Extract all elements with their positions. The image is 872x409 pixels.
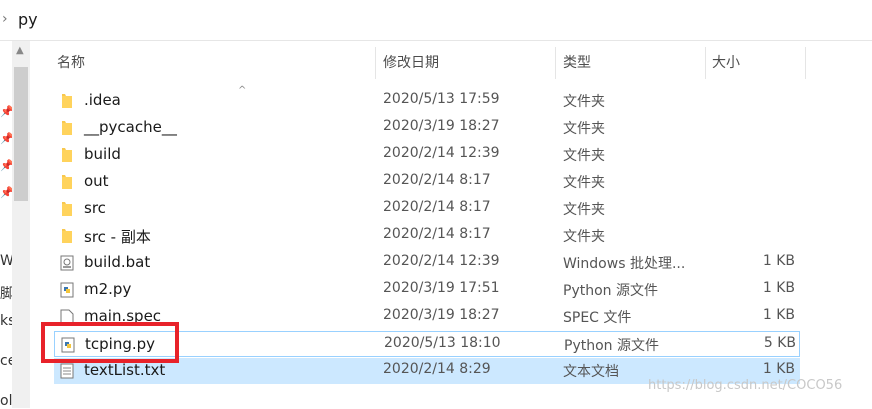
file-name: __pycache__ (84, 118, 177, 136)
file-row[interactable]: __pycache__ 2020/3/19 18:27 文件夹 (54, 115, 800, 141)
file-row[interactable]: build 2020/2/14 12:39 文件夹 (54, 142, 800, 168)
file-date: 2020/5/13 18:10 (384, 335, 501, 351)
file-name: textList.txt (84, 361, 166, 379)
file-type: 文件夹 (563, 121, 605, 137)
column-header-date[interactable]: 修改日期 (383, 41, 439, 85)
file-name: out (84, 172, 109, 190)
file-type: Windows 批处理... (563, 256, 686, 272)
nav-scrollbar[interactable]: ▲ (12, 41, 30, 408)
file-type: 文本文档 (563, 364, 619, 380)
file-date: 2020/2/14 8:17 (383, 199, 491, 215)
file-name: build (84, 145, 121, 163)
address-path[interactable]: py (18, 10, 38, 29)
file-name: build.bat (84, 253, 151, 271)
column-divider[interactable] (805, 47, 806, 79)
file-name: .idea (84, 91, 121, 109)
scrollbar-thumb[interactable] (14, 67, 28, 201)
file-type: 文件夹 (563, 94, 605, 110)
file-date: 2020/2/14 8:29 (383, 361, 491, 377)
file-size: 1 KB (762, 307, 795, 323)
file-row[interactable]: src 2020/2/14 8:17 文件夹 (54, 196, 800, 222)
file-type: 文件夹 (563, 229, 605, 245)
chevron-right-icon[interactable]: › (2, 11, 8, 27)
folder-icon (62, 202, 72, 216)
column-divider[interactable] (705, 47, 706, 79)
file-type: SPEC 文件 (563, 310, 632, 326)
scroll-up-icon[interactable]: ▲ (16, 45, 24, 56)
file-type: Python 源文件 (563, 283, 658, 299)
column-header-size[interactable]: 大小 (712, 41, 740, 85)
file-name: m2.py (84, 280, 132, 298)
file-row[interactable]: build.bat 2020/2/14 12:39 Windows 批处理...… (54, 250, 800, 276)
file-row[interactable]: src - 副本 2020/2/14 8:17 文件夹 (54, 223, 800, 249)
folder-icon (62, 175, 72, 189)
file-date: 2020/2/14 12:39 (383, 145, 500, 161)
batch-file-icon (60, 255, 74, 271)
file-date: 2020/2/14 8:17 (383, 172, 491, 188)
folder-icon (62, 94, 72, 108)
column-divider[interactable] (555, 47, 556, 79)
folder-icon (62, 121, 72, 135)
file-row[interactable]: .idea 2020/5/13 17:59 文件夹 (54, 88, 800, 114)
file-row[interactable]: m2.py 2020/3/19 17:51 Python 源文件 1 KB (54, 277, 800, 303)
file-size: 1 KB (762, 280, 795, 296)
file-type: Python 源文件 (564, 338, 659, 354)
file-size: 1 KB (762, 253, 795, 269)
watermark: https://blog.csdn.net/COCO56 (648, 378, 843, 393)
file-type: 文件夹 (563, 202, 605, 218)
file-type: 文件夹 (563, 175, 605, 191)
file-name: src - 副本 (84, 228, 151, 246)
file-row[interactable]: out 2020/2/14 8:17 文件夹 (54, 169, 800, 195)
folder-icon (62, 148, 72, 162)
file-date: 2020/3/19 18:27 (383, 307, 500, 323)
file-size: 1 KB (762, 361, 795, 377)
highlight-box (41, 322, 179, 363)
column-divider[interactable] (375, 47, 376, 79)
text-file-icon (60, 363, 74, 379)
file-name: src (84, 199, 106, 217)
file-date: 2020/5/13 17:59 (383, 91, 500, 107)
column-header-name[interactable]: 名称 (57, 41, 85, 85)
file-type: 文件夹 (563, 148, 605, 164)
file-size: 5 KB (763, 335, 796, 351)
python-file-icon (60, 282, 74, 298)
file-date: 2020/2/14 12:39 (383, 253, 500, 269)
file-date: 2020/3/19 18:27 (383, 118, 500, 134)
file-date: 2020/2/14 8:17 (383, 226, 491, 242)
folder-icon (62, 229, 72, 243)
nav-item-cutoff[interactable]: ol (0, 393, 12, 409)
file-date: 2020/3/19 17:51 (383, 280, 500, 296)
column-header-bar: 名称 ^ 修改日期 类型 大小 (32, 41, 872, 96)
column-header-type[interactable]: 类型 (563, 41, 591, 85)
address-bar[interactable]: › py (0, 0, 872, 41)
